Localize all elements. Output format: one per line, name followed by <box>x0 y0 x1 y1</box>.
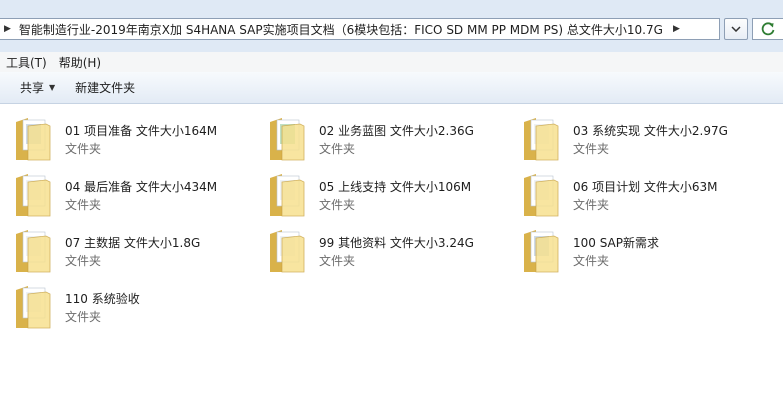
folder-item[interactable]: 04 最后准备 文件大小434M 文件夹 <box>0 166 240 218</box>
folder-type: 文件夹 <box>573 198 610 212</box>
share-label: 共享 <box>20 81 45 95</box>
file-list: 01 项目准备 文件大小164M 文件夹 02 业务蓝图 文件大小2.36G 文… <box>0 104 783 418</box>
folder-name: 02 业务蓝图 文件大小2.36G <box>319 124 474 138</box>
command-bar: 共享 ▼ 新建文件夹 <box>0 72 783 104</box>
breadcrumb-arrow-icon[interactable]: ▶ <box>663 24 680 34</box>
folder-item[interactable]: 99 其他资料 文件大小3.24G 文件夹 <box>254 222 494 274</box>
folder-type: 文件夹 <box>65 254 102 268</box>
folder-item[interactable]: 06 项目计划 文件大小63M 文件夹 <box>508 166 748 218</box>
caret-down-icon: ▼ <box>49 83 56 92</box>
folder-item[interactable]: 110 系统验收 文件夹 <box>0 278 240 330</box>
share-button[interactable]: 共享 ▼ <box>0 79 65 96</box>
folder-item[interactable]: 05 上线支持 文件大小106M 文件夹 <box>254 166 494 218</box>
folder-type: 文件夹 <box>319 142 356 156</box>
new-folder-label: 新建文件夹 <box>75 81 136 95</box>
folder-type: 文件夹 <box>65 198 102 212</box>
folder-type: 文件夹 <box>573 142 610 156</box>
folder-name: 110 系统验收 <box>65 292 140 306</box>
folder-icon <box>16 286 51 329</box>
address-path[interactable]: 智能制造行业-2019年南京X加 S4HANA SAP实施项目文档（6模块包括：… <box>19 21 663 38</box>
folder-name: 01 项目准备 文件大小164M <box>65 124 218 138</box>
folder-name: 06 项目计划 文件大小63M <box>573 180 718 194</box>
new-folder-button[interactable]: 新建文件夹 <box>65 79 145 96</box>
menu-bar: 工具(T) 帮助(H) <box>0 52 783 73</box>
folder-item[interactable]: 100 SAP新需求 文件夹 <box>508 222 748 274</box>
menu-tools[interactable]: 工具(T) <box>0 54 53 71</box>
folder-icon <box>524 174 559 217</box>
folder-name: 100 SAP新需求 <box>573 236 660 250</box>
folder-icon <box>270 174 305 217</box>
folder-name: 05 上线支持 文件大小106M <box>319 180 472 194</box>
folder-name: 03 系统实现 文件大小2.97G <box>573 124 728 138</box>
folder-icon <box>524 118 559 161</box>
folder-type: 文件夹 <box>319 254 356 268</box>
chevron-down-icon <box>731 26 741 32</box>
address-dropdown-button[interactable] <box>724 18 748 40</box>
address-bar[interactable]: ▶ 智能制造行业-2019年南京X加 S4HANA SAP实施项目文档（6模块包… <box>0 18 720 40</box>
menu-help[interactable]: 帮助(H) <box>53 54 107 71</box>
folder-name: 99 其他资料 文件大小3.24G <box>319 236 474 250</box>
folder-icon <box>16 230 51 273</box>
folder-item[interactable]: 03 系统实现 文件大小2.97G 文件夹 <box>508 110 748 162</box>
folder-type: 文件夹 <box>573 254 610 268</box>
folder-type: 文件夹 <box>65 142 102 156</box>
breadcrumb-arrow-icon[interactable]: ▶ <box>0 24 19 34</box>
folder-name: 04 最后准备 文件大小434M <box>65 180 218 194</box>
folder-type: 文件夹 <box>65 310 102 324</box>
refresh-button[interactable] <box>752 18 783 40</box>
refresh-icon <box>761 22 775 36</box>
folder-icon <box>524 230 559 273</box>
folder-name: 07 主数据 文件大小1.8G <box>65 236 201 250</box>
folder-type: 文件夹 <box>319 198 356 212</box>
folder-icon <box>16 118 51 161</box>
folder-icon <box>16 174 51 217</box>
folder-item[interactable]: 07 主数据 文件大小1.8G 文件夹 <box>0 222 240 274</box>
folder-icon <box>270 230 305 273</box>
folder-item[interactable]: 02 业务蓝图 文件大小2.36G 文件夹 <box>254 110 494 162</box>
address-bar-area: ▶ 智能制造行业-2019年南京X加 S4HANA SAP实施项目文档（6模块包… <box>0 0 783 52</box>
folder-item[interactable]: 01 项目准备 文件大小164M 文件夹 <box>0 110 240 162</box>
folder-icon <box>270 118 305 161</box>
